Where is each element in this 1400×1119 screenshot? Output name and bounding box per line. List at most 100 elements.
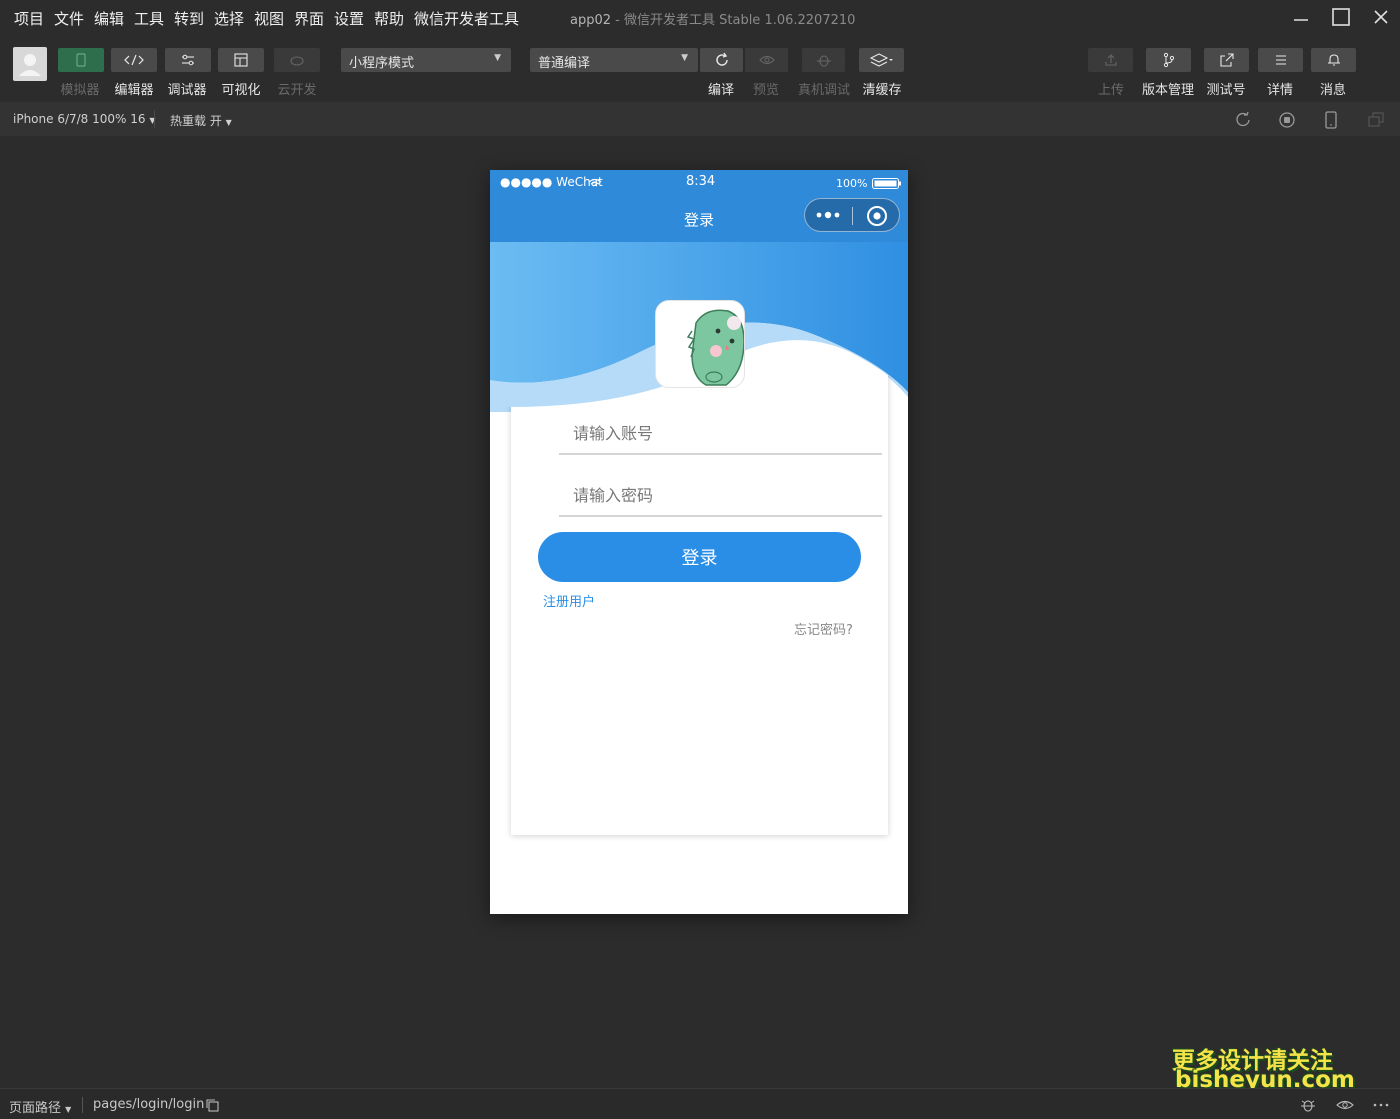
simulator-button[interactable]: [58, 48, 104, 72]
project-name: app02: [570, 13, 612, 28]
upload-label: 上传: [1097, 83, 1124, 98]
title-separator: -: [615, 13, 620, 28]
menu-edit[interactable]: 编辑: [94, 8, 124, 29]
device-select[interactable]: iPhone 6/7/8 100% 16 ▼: [13, 112, 156, 126]
menu-tools[interactable]: 工具: [134, 8, 164, 29]
menu-wechat-devtools[interactable]: 微信开发者工具: [414, 8, 519, 29]
menu-file[interactable]: 文件: [54, 8, 84, 29]
register-link[interactable]: 注册用户: [543, 591, 595, 610]
version-manage-button[interactable]: [1146, 48, 1191, 72]
compile-button[interactable]: [700, 48, 743, 72]
external-link-icon: [1219, 53, 1234, 67]
battery-percent: 100%: [836, 177, 868, 190]
page-path-select[interactable]: 页面路径 ▼: [9, 1097, 71, 1116]
editor-button[interactable]: [111, 48, 157, 72]
compile-select-value: 普通编译: [538, 56, 591, 71]
cloud-dev-label: 云开发: [277, 83, 317, 98]
login-button[interactable]: 登录: [538, 532, 861, 582]
wifi-icon: [588, 178, 602, 187]
menu-goto[interactable]: 转到: [174, 8, 204, 29]
account-input[interactable]: [559, 413, 882, 453]
close-target-icon[interactable]: [865, 204, 889, 228]
clear-cache-label: 清缓存: [862, 83, 902, 98]
detach-window-icon[interactable]: [1367, 111, 1385, 133]
hot-reload-toggle[interactable]: 热重载 开 ▼: [170, 112, 232, 129]
window-title: app02 - 微信开发者工具 Stable 1.06.2207210: [570, 9, 855, 28]
dinosaur-mascot-icon: [686, 309, 744, 386]
messages-button[interactable]: [1311, 48, 1356, 72]
remote-debug-button[interactable]: [802, 48, 845, 72]
details-label: 详情: [1266, 83, 1293, 98]
menu-help[interactable]: 帮助: [374, 8, 404, 29]
stop-icon[interactable]: [1278, 111, 1296, 133]
capsule-divider: [852, 207, 853, 225]
more-dots-icon[interactable]: [815, 209, 843, 221]
refresh-icon: [715, 52, 728, 66]
password-field[interactable]: [559, 475, 882, 517]
debug-sliders-icon: [182, 54, 194, 66]
page-path-label: 页面路径: [9, 1101, 62, 1116]
code-icon: [124, 54, 144, 66]
cloud-dev-button[interactable]: [274, 48, 320, 72]
menu-interface[interactable]: 界面: [294, 8, 324, 29]
user-icon: [19, 54, 41, 76]
eye-icon: [758, 55, 775, 65]
upload-icon: [1104, 54, 1117, 66]
visual-label: 可视化: [221, 83, 261, 98]
minimize-icon[interactable]: [1287, 4, 1315, 32]
battery-icon: [872, 178, 901, 189]
phone-nav-bar: ●●●●● WeChat 8:34 100% 登录: [490, 170, 908, 242]
account-field[interactable]: [559, 413, 882, 455]
remote-debug-label: 真机调试: [797, 83, 850, 98]
rotate-icon[interactable]: [1234, 111, 1252, 133]
simulator-label: 模拟器: [60, 83, 100, 98]
chevron-down-icon: ▼: [494, 53, 501, 63]
more-horizontal-icon[interactable]: [1372, 1101, 1390, 1109]
phone-icon: [76, 53, 86, 67]
device-frame-icon[interactable]: [1322, 111, 1340, 133]
mode-select-value: 小程序模式: [349, 56, 415, 71]
menu-select[interactable]: 选择: [214, 8, 244, 29]
app-logo: [655, 300, 745, 388]
page-path-value: pages/login/login: [93, 1097, 205, 1112]
copy-icon[interactable]: [205, 1098, 219, 1112]
branch-icon: [1163, 52, 1174, 68]
hot-reload-value: 热重载 开: [170, 114, 222, 128]
menu-view[interactable]: 视图: [254, 8, 284, 29]
menu-settings[interactable]: 设置: [334, 8, 364, 29]
menu-bar: 项目 文件 编辑 工具 转到 选择 视图 界面 设置 帮助 微信开发者工具 ap…: [0, 0, 1400, 36]
eye-icon[interactable]: [1335, 1098, 1355, 1112]
cloud-icon: [290, 56, 304, 66]
bug-icon[interactable]: [1298, 1097, 1318, 1113]
visual-button[interactable]: [218, 48, 264, 72]
bug-icon: [816, 55, 831, 67]
upload-button[interactable]: [1088, 48, 1133, 72]
maximize-icon[interactable]: [1327, 4, 1355, 32]
nav-title: 登录: [684, 211, 715, 229]
device-select-value: iPhone 6/7/8 100% 16: [13, 112, 146, 126]
bell-icon: [1327, 54, 1340, 66]
chevron-down-icon: ▼: [681, 53, 688, 63]
debugger-button[interactable]: [165, 48, 211, 72]
menu-lines-icon: [1275, 55, 1286, 65]
test-account-button[interactable]: [1204, 48, 1249, 72]
mode-select[interactable]: 小程序模式 ▼: [341, 48, 511, 72]
details-button[interactable]: [1258, 48, 1303, 72]
close-icon[interactable]: [1367, 4, 1395, 32]
compile-select[interactable]: 普通编译 ▼: [530, 48, 698, 72]
status-bar: 页面路径 ▼ pages/login/login: [0, 1088, 1400, 1119]
password-input[interactable]: [559, 475, 882, 515]
preview-button[interactable]: [745, 48, 788, 72]
divider: [82, 1097, 83, 1113]
chevron-down-icon: ▼: [225, 118, 232, 127]
mini-program-capsule: [804, 198, 900, 232]
forgot-password-link[interactable]: 忘记密码?: [794, 619, 853, 638]
layout-icon: [234, 53, 248, 67]
user-avatar[interactable]: [13, 47, 47, 81]
menu-project[interactable]: 项目: [14, 8, 44, 29]
clear-cache-button[interactable]: [859, 48, 904, 72]
chevron-down-icon: ▼: [65, 1105, 72, 1114]
layers-icon: [869, 53, 893, 67]
phone-simulator: ●●●●● WeChat 8:34 100% 登录 请输入账号 登录 注册用户 …: [490, 170, 908, 914]
preview-label: 预览: [752, 83, 779, 98]
